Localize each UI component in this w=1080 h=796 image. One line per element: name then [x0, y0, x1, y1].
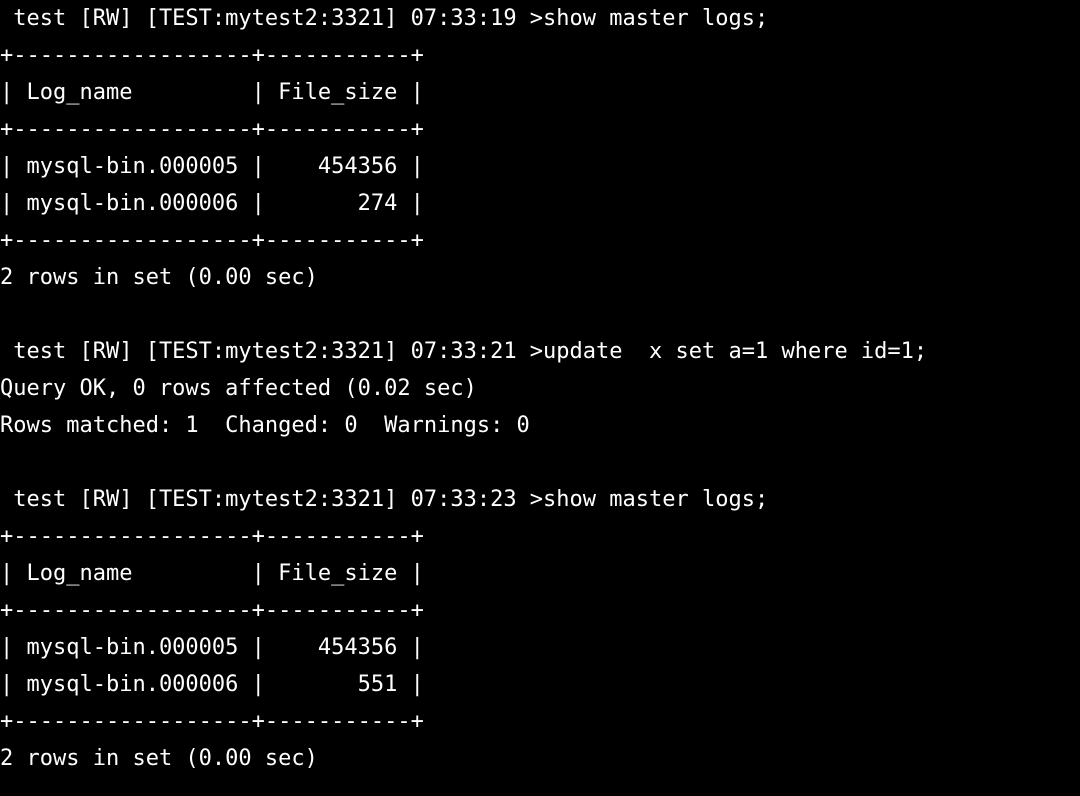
terminal-output: test [RW] [TEST:mytest2:3321] 07:33:19 >… [0, 0, 1080, 777]
